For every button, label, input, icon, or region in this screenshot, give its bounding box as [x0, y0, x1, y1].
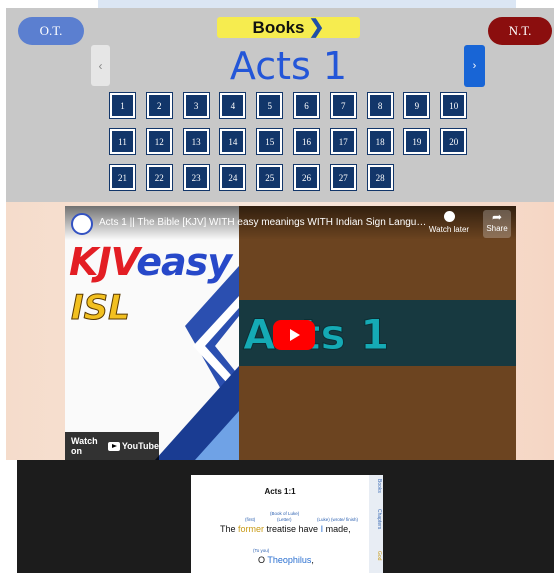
video-top-bar: Acts 1 || The Bible [KJV] WITH easy mean… — [65, 206, 516, 240]
watch-later-button[interactable]: Watch later — [428, 211, 470, 234]
old-testament-button[interactable]: O.T. — [18, 17, 84, 45]
gloss-luke-wrote: (Luke) (wrote/ finish) — [317, 517, 359, 522]
channel-avatar[interactable] — [71, 213, 93, 235]
logo-easy-text: easy — [136, 240, 232, 284]
gloss-first: (first) — [245, 517, 256, 522]
chapter-button[interactable]: 16 — [293, 128, 320, 155]
verse-word-theophilus: Theophilus — [267, 555, 312, 565]
chapter-button[interactable]: 2 — [145, 92, 173, 119]
chapter-button[interactable]: 12 — [145, 128, 173, 155]
watch-on-label: Watch on — [71, 436, 98, 456]
tab-god[interactable]: God — [370, 551, 382, 560]
watch-on-youtube-button[interactable]: Watch on YouTube — [65, 432, 159, 460]
chapter-button[interactable]: 17 — [329, 128, 357, 155]
chapter-button[interactable]: 18 — [366, 128, 394, 155]
chapter-button[interactable]: 3 — [182, 92, 210, 119]
books-button[interactable]: Books ❯ — [217, 17, 360, 38]
chevron-left-icon: ‹ — [98, 58, 103, 73]
previous-chapter-button[interactable]: ‹ — [91, 45, 110, 86]
chapter-button[interactable]: 26 — [293, 164, 320, 191]
clock-icon — [443, 211, 455, 222]
chapter-button[interactable]: 14 — [219, 128, 247, 155]
verse-text: , — [311, 555, 314, 565]
video-player[interactable]: KJVeasy ISL Acts 1 Acts 1 || The Bible [… — [65, 206, 516, 460]
verse-side-tabs: Books Chapters God — [369, 475, 383, 573]
chapter-title: Acts 1 — [229, 44, 348, 88]
verse-heading: Acts 1:1 — [264, 487, 296, 496]
gloss-letter: (Letter) — [277, 517, 292, 522]
isl-logo: ISL — [71, 288, 131, 329]
chapter-button[interactable]: 7 — [329, 92, 357, 119]
next-chapter-button[interactable]: › — [464, 45, 485, 87]
chapter-button[interactable]: 8 — [366, 92, 394, 119]
gloss-book-of-luke: (Book of Luke) — [270, 511, 300, 516]
play-button[interactable] — [273, 320, 315, 350]
chapter-button[interactable]: 10 — [440, 92, 468, 119]
chevron-right-icon: › — [472, 60, 477, 72]
verse-card: Acts 1:1 (Book of Luke) (first) (Letter)… — [191, 475, 383, 573]
logo-kjv-text: KJV — [69, 240, 137, 284]
verse-text: treatise have — [264, 524, 321, 534]
chapter-button[interactable]: 24 — [219, 164, 247, 191]
verse-text: O — [258, 555, 268, 565]
verse-text: made, — [323, 524, 351, 534]
play-icon — [290, 329, 300, 341]
chapter-button[interactable]: 20 — [440, 128, 468, 155]
share-button[interactable]: ➦ Share — [483, 210, 511, 238]
tab-books[interactable]: Books — [370, 479, 382, 493]
verse-line-2: O Theophilus, — [258, 555, 314, 565]
chapter-button[interactable]: 23 — [182, 164, 210, 191]
gloss-to-you: (To you) — [253, 548, 270, 553]
youtube-logo: YouTube — [107, 441, 159, 451]
books-label: Books — [252, 17, 305, 37]
video-thumbnail-brand-panel: KJVeasy ISL — [65, 206, 239, 460]
verse-reader-section: Acts 1:1 (Book of Luke) (first) (Letter)… — [17, 460, 554, 573]
tab-chapters[interactable]: Chapters — [370, 509, 382, 529]
watch-later-label: Watch later — [428, 225, 470, 234]
chapter-button[interactable]: 5 — [256, 92, 284, 119]
chapter-button[interactable]: 21 — [109, 164, 136, 191]
share-icon: ➦ — [491, 210, 503, 224]
top-strip — [98, 0, 516, 8]
chapter-button[interactable]: 1 — [109, 92, 136, 119]
verse-line-1: The former treatise have I made, — [220, 524, 351, 534]
chapter-button[interactable]: 15 — [256, 128, 284, 155]
youtube-label: YouTube — [121, 441, 159, 451]
chapter-button[interactable]: 9 — [403, 92, 431, 119]
verse-text: The — [220, 524, 239, 534]
kjveasy-logo: KJVeasy — [69, 240, 232, 284]
youtube-play-icon — [107, 441, 120, 451]
share-label: Share — [486, 224, 508, 233]
chapter-button[interactable]: 11 — [109, 128, 136, 155]
video-title[interactable]: Acts 1 || The Bible [KJV] WITH easy mean… — [99, 217, 429, 228]
chapter-button[interactable]: 27 — [329, 164, 357, 191]
chapter-nav-panel: O.T. Books ❯ N.T. ‹ Acts 1 › 1 2 3 4 5 6 7 8 9 10… — [6, 8, 554, 202]
verse-word-former: former — [238, 524, 265, 534]
chapter-button[interactable]: 28 — [366, 164, 394, 191]
chapter-button[interactable]: 4 — [219, 92, 247, 119]
chapter-button[interactable]: 6 — [293, 92, 320, 119]
new-testament-button[interactable]: N.T. — [488, 17, 552, 45]
video-big-title: Acts 1 — [242, 310, 390, 360]
chapter-button[interactable]: 13 — [182, 128, 210, 155]
chapter-button[interactable]: 19 — [403, 128, 431, 155]
video-section: KJVeasy ISL Acts 1 Acts 1 || The Bible [… — [6, 202, 554, 460]
chapter-button[interactable]: 25 — [256, 164, 284, 191]
chapter-button[interactable]: 22 — [145, 164, 173, 191]
chevron-right-icon: ❯ — [308, 17, 325, 38]
